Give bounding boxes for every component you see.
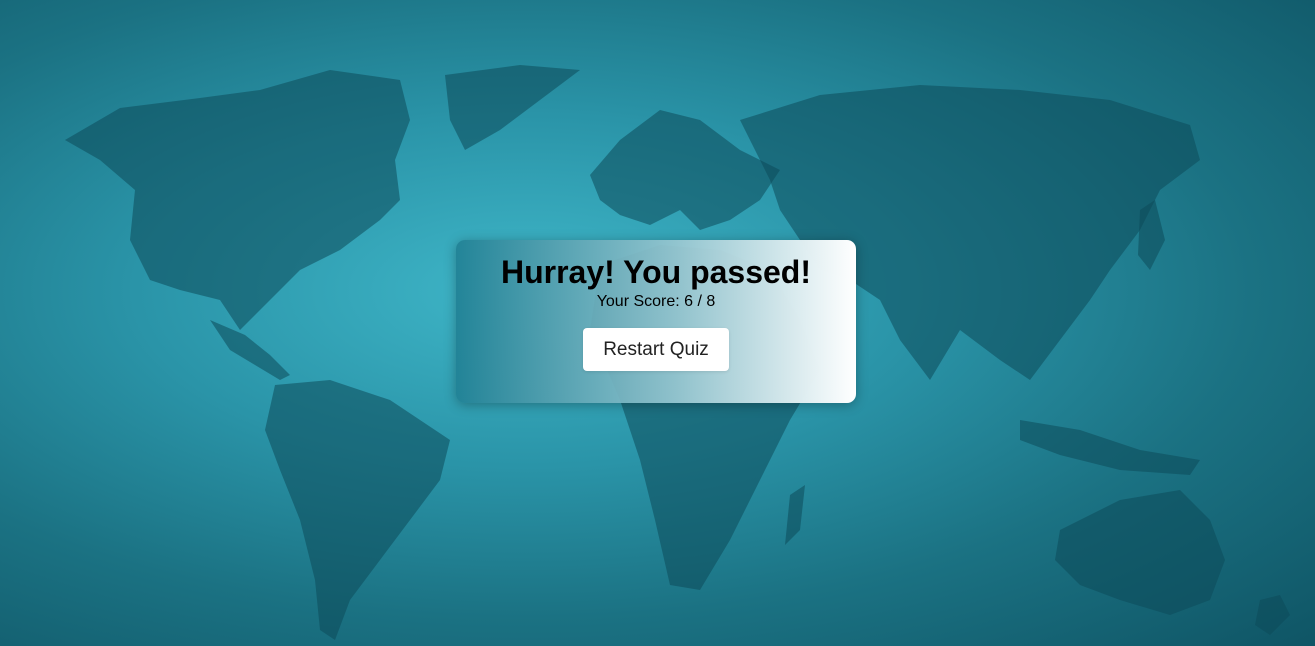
score-value: 6 / 8 xyxy=(684,292,716,310)
result-title: Hurray! You passed! xyxy=(500,254,811,290)
madagascar-landmass xyxy=(785,485,805,545)
south-america-landmass xyxy=(265,380,450,640)
result-card: Hurray! You passed! Your Score: 6 / 8 Re… xyxy=(456,240,856,403)
score-line: Your Score: 6 / 8 xyxy=(456,293,856,311)
greenland-landmass xyxy=(445,65,580,150)
indonesia-landmass xyxy=(1020,420,1200,475)
japan-landmass xyxy=(1138,200,1165,270)
australia-landmass xyxy=(1055,490,1225,615)
new-zealand-landmass xyxy=(1255,595,1290,635)
restart-quiz-button[interactable]: Restart Quiz xyxy=(583,328,729,372)
score-label: Your Score: xyxy=(596,292,680,310)
central-america-landmass xyxy=(210,320,290,380)
north-america-landmass xyxy=(65,70,410,330)
